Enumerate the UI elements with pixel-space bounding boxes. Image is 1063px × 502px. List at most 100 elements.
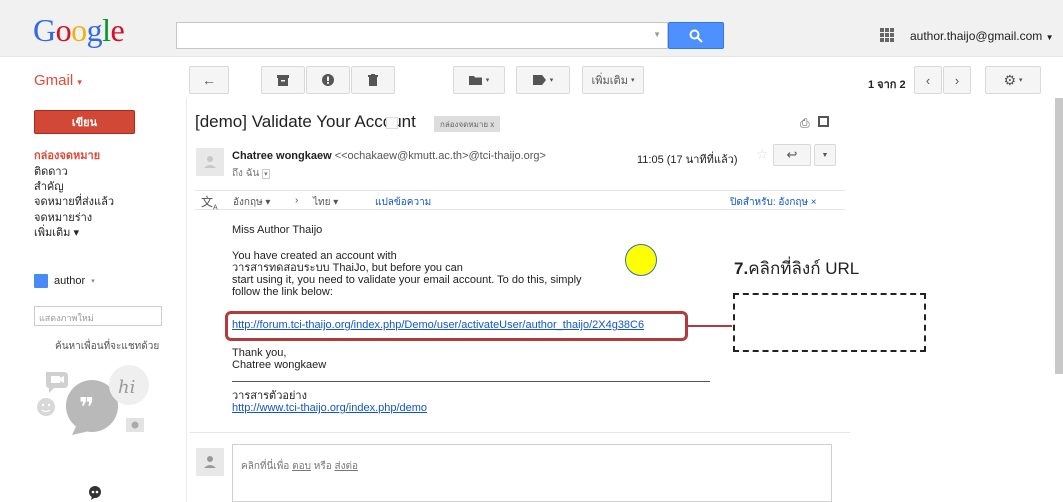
new-window-icon[interactable] (818, 116, 829, 127)
important-marker-icon[interactable] (386, 117, 398, 129)
arrow-right-icon: › (295, 195, 299, 206)
search-button[interactable] (668, 22, 724, 49)
chevron-down-icon: ▾ (485, 77, 490, 84)
trash-icon (368, 74, 378, 86)
newer-button[interactable]: ‹ (914, 66, 942, 94)
sidebar-item[interactable]: เพิ่มเติม ▾ (34, 223, 79, 241)
reply-prompt: คลิกที่นี่เพื่อ (241, 461, 293, 472)
link-highlight-box (225, 311, 688, 341)
reply-or: หรือ (310, 461, 335, 472)
back-arrow-icon: ← (202, 72, 216, 88)
find-people-label: ค้นหาเพื่อนที่จะแชทด้วย (55, 341, 160, 352)
chevron-down-icon: ▾ (77, 77, 82, 87)
search-options-icon[interactable]: ▼ (653, 30, 661, 39)
reply-avatar (196, 448, 224, 476)
archive-icon (277, 74, 289, 86)
signature-link[interactable]: http://www.tci-thaijo.org/index.php/demo (232, 402, 427, 414)
translate-bar: 文A อังกฤษ ▾ › ไทย ▾ แปลข้อความ ปิดสำหรับ… (195, 190, 845, 212)
sender-avatar (196, 148, 224, 176)
user-name: author (54, 275, 86, 287)
step-instruction: 7.คลิกที่ลิงก์ URL (734, 255, 859, 282)
body-line: follow the link below: (232, 286, 333, 298)
settings-button[interactable]: ⚙ ▾ (985, 66, 1041, 94)
logo-letter: G (33, 12, 56, 48)
recipient-line[interactable]: ถึง ฉัน ▾ (232, 166, 270, 181)
print-icon[interactable]: ⎙ (800, 116, 810, 131)
chevron-down-icon: ▾ (630, 77, 635, 84)
archive-button[interactable] (261, 66, 305, 94)
body-line: You have created an account with (232, 250, 397, 262)
search-input[interactable]: ▼ (176, 22, 668, 49)
logo-letter: o (55, 12, 72, 48)
svg-text:hi: hi (118, 377, 135, 398)
step-text: คลิกที่ลิงก์ URL (748, 259, 860, 278)
account-email: author.thaijo@gmail.com (910, 29, 1043, 43)
back-button[interactable]: ← (189, 66, 229, 94)
target-language-select[interactable]: ไทย ▾ (313, 195, 338, 210)
label-tag-icon (532, 75, 546, 85)
sender-email: <<ochakaew@kmutt.ac.th>@tci-thaijo.org> (334, 150, 546, 162)
chevron-left-icon: ‹ (925, 72, 931, 88)
chevron-down-icon: ▾ (91, 278, 95, 285)
labels-button[interactable]: ▾ (516, 66, 570, 94)
avatar (34, 274, 48, 288)
chevron-right-icon: › (954, 72, 960, 88)
chevron-down-icon: ▼ (821, 151, 829, 159)
source-language-select[interactable]: อังกฤษ ▾ (233, 195, 270, 210)
cursor-marker (625, 244, 657, 276)
search-people-input[interactable]: แสดงภาพใหม่ (34, 306, 162, 326)
email-subject: [demo] Validate Your Account (195, 112, 416, 131)
message-time: 11:05 (17 นาทีที่แล้ว) (637, 154, 738, 166)
compose-button[interactable]: เขียน (34, 110, 135, 134)
body-line: วารสารทดสอบระบบ ThaiJo, but before you c… (232, 262, 463, 274)
delete-button[interactable] (351, 66, 395, 94)
callout-dashed-box (733, 293, 926, 352)
chevron-down-icon: ▼ (1045, 33, 1054, 42)
hangouts-illustration: ❞ hi (37, 365, 149, 435)
svg-text:❞: ❞ (79, 393, 94, 423)
move-to-button[interactable]: ▾ (453, 66, 505, 94)
translate-icon: 文A (201, 195, 218, 212)
search-icon (689, 29, 703, 43)
greeting: Miss Author Thaijo (232, 224, 323, 236)
spam-icon (322, 74, 334, 86)
chevron-down-icon: ▾ (549, 77, 554, 84)
more-actions-button[interactable]: เพิ่มเติม ▾ (582, 66, 644, 94)
google-logo[interactable]: Google (33, 12, 125, 48)
account-menu[interactable]: author.thaijo@gmail.com ▼ (910, 29, 1054, 43)
recipient-label: ถึง ฉัน (232, 168, 260, 179)
more-label: เพิ่มเติม (591, 75, 628, 87)
gmail-label: Gmail (34, 72, 74, 89)
sender-name[interactable]: Chatree wongkaew (232, 150, 332, 162)
thanks-line: Chatree wongkaew (232, 359, 327, 371)
reply-button[interactable]: ↩ (773, 144, 811, 166)
chevron-down-icon: ▾ (1019, 77, 1023, 84)
callout-connector (688, 325, 732, 327)
report-spam-button[interactable] (306, 66, 350, 94)
gmail-app-menu[interactable]: Gmail ▾ (34, 72, 82, 89)
forward-link[interactable]: ส่งต่อ (334, 461, 358, 472)
logo-letter: e (110, 12, 125, 48)
pager-count: 1 จาก 2 (868, 79, 906, 91)
body-line: start using it, you need to validate you… (232, 274, 582, 286)
translate-message-link[interactable]: แปลข้อความ (375, 195, 431, 210)
sidebar-divider (186, 98, 187, 502)
thanks-line: Thank you, (232, 347, 287, 359)
reply-divider (190, 432, 850, 433)
apps-grid-icon[interactable] (880, 28, 894, 42)
reply-link[interactable]: ตอบ (292, 461, 311, 472)
label-chip[interactable]: กล่องจดหมาย x (434, 116, 501, 132)
reply-box[interactable]: คลิกที่นี่เพื่อ ตอบ หรือ ส่งต่อ (232, 444, 832, 502)
star-icon[interactable]: ☆ (756, 146, 769, 163)
message-more-button[interactable]: ▼ (814, 144, 836, 166)
folder-icon (468, 76, 482, 85)
logo-letter: g (86, 12, 103, 48)
sender-line: Chatree wongkaew <<ochakaew@kmutt.ac.th>… (232, 150, 546, 162)
step-number: 7. (734, 259, 749, 278)
hangouts-user[interactable]: author ▾ (34, 274, 95, 288)
turn-off-translation-link[interactable]: ปิดสำหรับ: อังกฤษ × (730, 195, 817, 210)
reply-icon: ↩ (786, 147, 798, 162)
older-button[interactable]: › (943, 66, 971, 94)
scrollbar[interactable] (1055, 98, 1063, 374)
hangouts-icon[interactable] (88, 486, 102, 500)
